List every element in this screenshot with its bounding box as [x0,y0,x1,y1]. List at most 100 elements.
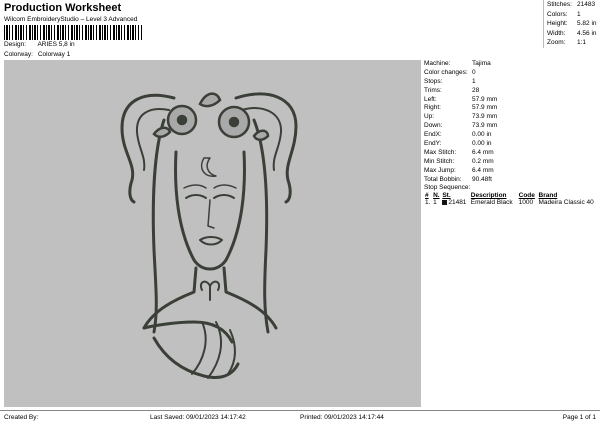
table-row: 1. 1 21481 Emerald Black 1000 Madeira Cl… [424,199,600,206]
info-value: 6.4 mm [472,166,494,174]
leaf [152,126,172,138]
info-label: Machine: [424,60,451,67]
stitch-count: 21481 [448,199,467,207]
cell-description: Emerald Black [470,199,513,207]
cell-brand: Madeira Classic 40 [538,199,594,207]
worksheet-header: Production Worksheet Wilcom EmbroiderySt… [0,0,543,60]
printed-date: Printed: 09/01/2023 14:17:44 [300,414,384,421]
stat-label: Height: [547,20,568,28]
cell-num: 1. [425,199,431,207]
info-label: Down: [424,122,443,130]
info-label: Trims: [424,86,442,94]
info-row: Max Stitch: 6.4 mm [424,149,600,158]
info-label: EndY: [424,140,442,148]
cell-stitches: 21481 [441,199,469,206]
barcode [4,25,142,40]
design-preview [4,60,421,407]
stat-value: 5.82 in [577,20,597,28]
table-header-row: # N. St. Description Code Brand [424,192,600,199]
info-label: Up: [424,113,435,121]
info-row: Stops: 1 [424,78,600,87]
cell-code: 1000 [518,199,534,207]
stat-value: 4.56 in [577,29,597,37]
info-label: Total Bobbin: [424,175,462,183]
info-label: Right: [424,104,441,112]
aries-symbol [200,280,220,301]
crescent-moon [200,157,217,177]
created-by: Created By: [4,414,39,421]
stat-value: 21483 [577,1,596,8]
leaf [252,129,270,141]
info-row: Machine: Tajima [424,60,600,69]
info-value: 0.00 in [472,140,492,148]
stat-row: Stitches: 21483 [544,0,600,10]
finger [207,321,223,379]
cell-n: 1 [433,199,437,207]
flower-center [176,114,188,126]
flower-center [228,116,240,128]
left-brow [183,184,207,189]
page-title: Production Worksheet [4,2,122,14]
machine-info-panel: Machine: Tajima Color changes: 0 Stops: 1 T… [424,60,600,407]
hair-right [252,118,270,334]
info-value: 6.4 mm [472,148,494,156]
design-row: Design: ARIES 5,8 in [4,41,75,48]
info-row: Down: 73.9 mm [424,122,600,131]
neck-left [142,266,198,330]
stat-row: Height: 5.82 in [544,19,600,29]
info-row: Max Jump: 6.4 mm [424,167,600,176]
info-value: 1 [472,77,476,85]
stat-row: Width: 4.56 in [544,29,600,39]
software-subtitle: Wilcom EmbroideryStudio – Level 3 Advanc… [4,16,138,23]
footer: Created By: Last Saved: 09/01/2023 14:17… [0,410,600,424]
colorway-row: Colorway: Colorway 1 [4,51,70,58]
info-value: 0.2 mm [472,157,494,165]
info-row: Color changes: 0 [424,69,600,78]
col-header: N. [433,192,440,200]
hair-left [151,118,166,334]
right-eye [213,194,235,199]
info-label: EndX: [424,131,442,139]
embroidery-design-illustration [120,92,298,379]
left-horn-inner [135,108,170,171]
stat-value: 1 [577,10,581,18]
design-label: Design: [4,41,27,48]
nose [207,199,215,229]
lips [199,236,223,246]
info-label: Color changes: [424,68,468,76]
info-value: 73.9 mm [472,113,498,121]
hand-lower [152,336,240,379]
info-label: Min Stitch: [424,157,455,165]
info-value: 57.9 mm [472,95,498,103]
stat-row: Colors: 1 [544,10,600,20]
info-label: Max Jump: [424,166,456,174]
col-header: # [425,192,429,200]
colorway-label: Colorway: [4,51,33,58]
info-value: 57.9 mm [472,104,498,112]
info-value: 73.9 mm [472,122,498,130]
colorway-value: Colorway 1 [37,51,71,58]
right-brow [213,184,237,189]
info-label: Stops: [424,77,443,85]
info-label: Left: [424,95,437,103]
finger [191,321,207,375]
info-row: EndY: 0.00 in [424,140,600,149]
left-eye [185,194,207,199]
info-value: 0 [472,68,476,76]
info-value: 28 [472,86,480,94]
col-header: Brand [538,192,558,200]
design-stats: Stitches: 21483 Colors: 1 Height: 5.82 in W… [543,0,600,48]
flower-crown [152,92,270,141]
stat-label: Colors: [547,10,568,18]
stop-sequence-title: Stop Sequence: [424,184,471,192]
info-row: Up: 73.9 mm [424,113,600,122]
face-outline [174,150,246,271]
stop-sequence-table: # N. St. Description Code Brand 1. 1 214… [424,192,600,206]
stat-value: 1:1 [577,39,587,47]
last-saved: Last Saved: 09/01/2023 14:17:42 [150,414,246,421]
col-header: Code [518,192,535,200]
info-label: Max Stitch: [424,148,457,156]
info-value: 90.48ft [472,175,492,183]
info-row: Left: 57.9 mm [424,96,600,105]
info-value: Tajima [472,60,491,67]
